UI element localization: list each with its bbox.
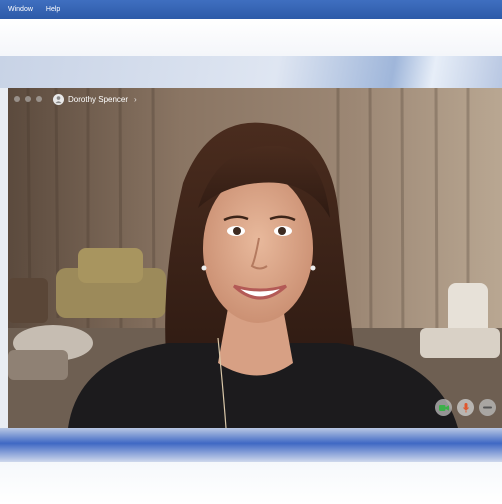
microphone-icon xyxy=(462,402,469,412)
zoom-window-button[interactable] xyxy=(36,96,42,102)
call-title-bar: Dorothy Spencer › xyxy=(8,88,502,110)
video-camera-icon xyxy=(438,404,449,411)
camera-toggle-button[interactable] xyxy=(435,399,452,416)
desktop-wallpaper xyxy=(0,56,502,195)
person-avatar-icon xyxy=(53,93,64,105)
desktop-band-top xyxy=(0,19,502,56)
mute-button[interactable] xyxy=(457,399,474,416)
chevron-right-icon: › xyxy=(134,94,137,104)
menu-item-window[interactable]: Window xyxy=(8,6,33,13)
more-button[interactable] xyxy=(479,399,496,416)
video-feed xyxy=(8,88,502,428)
desktop-band-bottom xyxy=(0,428,502,462)
menu-bar: Window Help xyxy=(0,0,502,19)
call-controls xyxy=(435,399,496,416)
menu-item-help[interactable]: Help xyxy=(46,6,60,13)
minimize-window-button[interactable] xyxy=(25,96,31,102)
close-window-button[interactable] xyxy=(14,96,20,102)
caller-name: Dorothy Spencer xyxy=(68,94,129,104)
facetime-call-window: Dorothy Spencer › xyxy=(8,88,502,428)
caller-info[interactable]: Dorothy Spencer › xyxy=(53,93,137,105)
more-icon xyxy=(483,406,492,409)
desktop-band-white xyxy=(0,462,502,504)
